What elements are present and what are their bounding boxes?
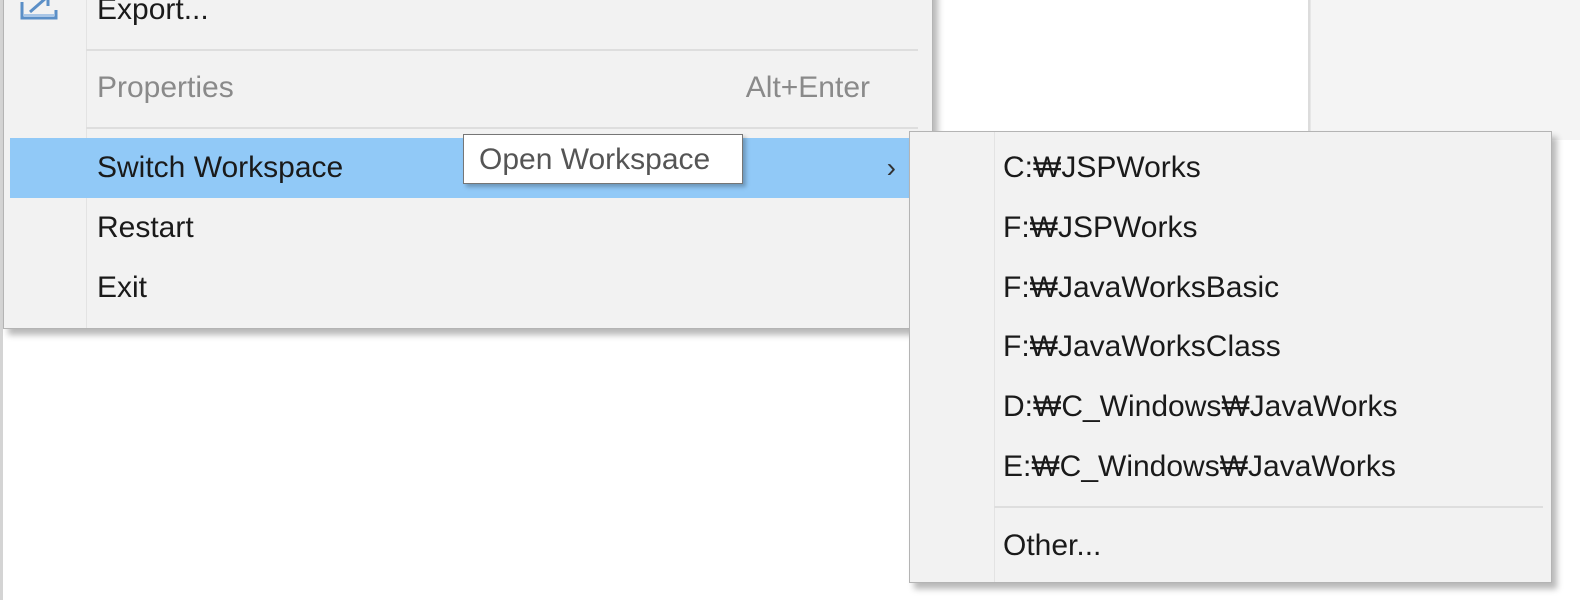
workspace-item[interactable]: F:₩JavaWorksBasic: [910, 259, 1551, 317]
shortcut-label: Alt+Enter: [745, 71, 870, 104]
workspace-item[interactable]: C:₩JSPWorks: [910, 139, 1551, 197]
workspace-path: D:₩C_Windows₩JavaWorks: [1003, 390, 1398, 423]
menu-item-label: Other...: [1003, 529, 1102, 562]
switch-workspace-submenu: C:₩JSPWorks F:₩JSPWorks F:₩JavaWorksBasi…: [909, 131, 1552, 583]
workspace-path: F:₩JavaWorksClass: [1003, 330, 1281, 363]
menu-item-exit[interactable]: Exit: [4, 258, 932, 318]
workspace-other-item[interactable]: Other...: [910, 517, 1551, 575]
menu-separator: [86, 49, 918, 51]
menu-item-properties[interactable]: Properties Alt+Enter: [4, 58, 932, 118]
tooltip: Open Workspace: [463, 134, 743, 184]
workspace-path: E:₩C_Windows₩JavaWorks: [1003, 450, 1396, 483]
menu-item-label: Switch Workspace: [97, 151, 344, 184]
workspace-item[interactable]: E:₩C_Windows₩JavaWorks: [910, 438, 1551, 496]
menu-separator: [86, 127, 918, 129]
workspace-path: C:₩JSPWorks: [1003, 151, 1201, 184]
submenu-separator: [994, 506, 1543, 508]
menu-item-label: Exit: [97, 271, 148, 304]
workspace-item[interactable]: F:₩JavaWorksClass: [910, 318, 1551, 376]
export-icon: [20, 0, 58, 20]
workspace-item[interactable]: F:₩JSPWorks: [910, 199, 1551, 257]
workspace-item[interactable]: D:₩C_Windows₩JavaWorks: [910, 378, 1551, 436]
menu-item-label: Restart: [97, 211, 194, 244]
menu-item-label: Export...: [97, 0, 209, 26]
menu-item-export[interactable]: Export...: [4, 0, 932, 40]
chevron-right-icon: ›: [886, 152, 896, 183]
menu-item-label: Properties: [97, 71, 234, 104]
workspace-path: F:₩JSPWorks: [1003, 211, 1198, 244]
menu-item-restart[interactable]: Restart: [4, 198, 932, 258]
right-pane: [1310, 0, 1580, 140]
workspace-path: F:₩JavaWorksBasic: [1003, 271, 1280, 304]
